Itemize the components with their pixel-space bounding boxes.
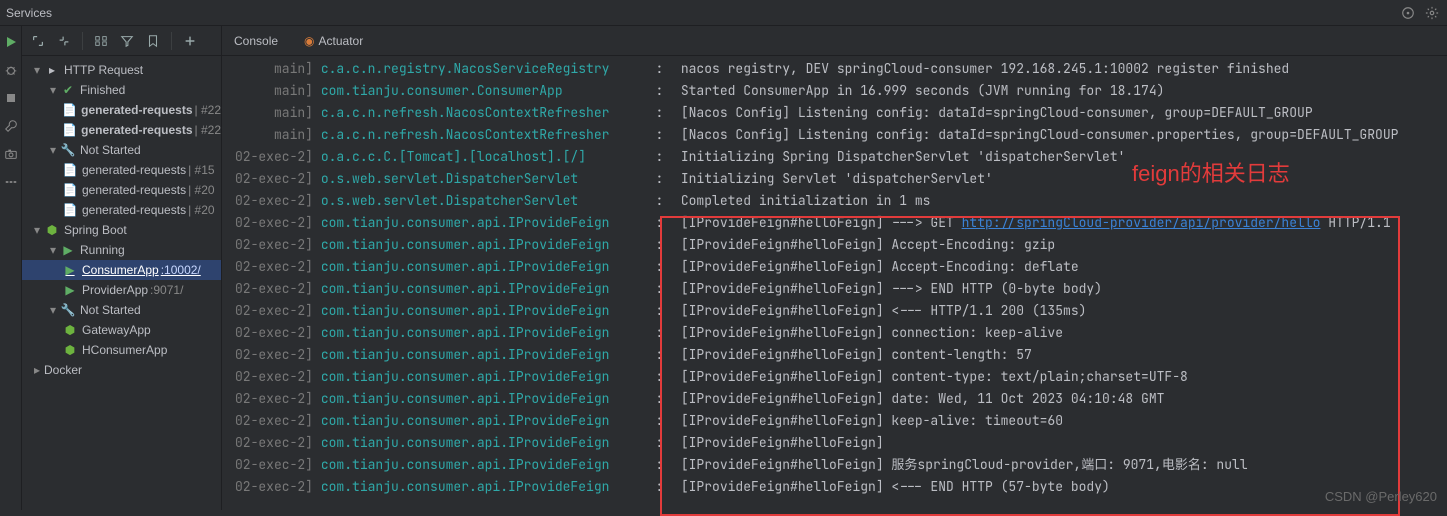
gear-icon[interactable] bbox=[1423, 4, 1441, 22]
add-icon[interactable] bbox=[180, 31, 200, 51]
log-line: 02-exec-2] com.tianju.consumer.api.IProv… bbox=[228, 234, 1447, 256]
actuator-icon: ◉ bbox=[304, 34, 314, 48]
tab-actuator[interactable]: ◉Actuator bbox=[300, 28, 367, 54]
stop-icon[interactable] bbox=[3, 90, 19, 106]
play-icon: ▶ bbox=[60, 242, 76, 258]
file-icon: 📄 bbox=[62, 102, 77, 118]
log-line: main] com.tianju.consumer.ConsumerApp: S… bbox=[228, 80, 1447, 102]
tree-not-started-2[interactable]: ▾🔧Not Started bbox=[22, 300, 221, 320]
tab-console[interactable]: Console bbox=[230, 28, 282, 54]
services-tree[interactable]: ▾▸HTTP Request ▾✔Finished 📄generated-req… bbox=[22, 56, 221, 510]
debug-icon[interactable] bbox=[3, 62, 19, 78]
tree-gen4[interactable]: 📄generated-requests | #20 bbox=[22, 180, 221, 200]
log-line: 02-exec-2] com.tianju.consumer.api.IProv… bbox=[228, 322, 1447, 344]
log-line: 02-exec-2] com.tianju.consumer.api.IProv… bbox=[228, 278, 1447, 300]
http-icon: ▸ bbox=[44, 62, 60, 78]
tree-not-started-1[interactable]: ▾🔧Not Started bbox=[22, 140, 221, 160]
file-icon: 📄 bbox=[62, 182, 78, 198]
log-line: 02-exec-2] com.tianju.consumer.api.IProv… bbox=[228, 300, 1447, 322]
log-line: 02-exec-2] com.tianju.consumer.api.IProv… bbox=[228, 366, 1447, 388]
expand-icon[interactable] bbox=[28, 31, 48, 51]
log-line: 02-exec-2] com.tianju.consumer.api.IProv… bbox=[228, 388, 1447, 410]
more-icon[interactable] bbox=[3, 174, 19, 190]
file-icon: 📄 bbox=[62, 122, 77, 138]
log-line: 02-exec-2] o.s.web.servlet.DispatcherSer… bbox=[228, 190, 1447, 212]
log-line: 02-exec-2] com.tianju.consumer.api.IProv… bbox=[228, 476, 1447, 498]
target-icon[interactable] bbox=[1399, 4, 1417, 22]
log-line: 02-exec-2] o.s.web.servlet.DispatcherSer… bbox=[228, 168, 1447, 190]
filter-icon[interactable] bbox=[117, 31, 137, 51]
log-line: main] c.a.c.n.refresh.NacosContextRefres… bbox=[228, 124, 1447, 146]
tree-spring-boot[interactable]: ▾⬢Spring Boot bbox=[22, 220, 221, 240]
window-title: Services bbox=[6, 6, 52, 20]
play-icon: ▶ bbox=[62, 282, 78, 298]
console-panel: Console ◉Actuator main] c.a.c.n.registry… bbox=[222, 26, 1447, 510]
log-line: 02-exec-2] com.tianju.consumer.api.IProv… bbox=[228, 212, 1447, 234]
tree-docker[interactable]: ▸Docker bbox=[22, 360, 221, 380]
log-line: 02-exec-2] com.tianju.consumer.api.IProv… bbox=[228, 432, 1447, 454]
spring-icon: ⬢ bbox=[62, 342, 78, 358]
spring-icon: ⬢ bbox=[62, 322, 78, 338]
tree-gen2[interactable]: 📄generated-requests | #22 bbox=[22, 120, 221, 140]
run-icon[interactable] bbox=[3, 34, 19, 50]
console-tabs: Console ◉Actuator bbox=[222, 26, 1447, 56]
log-line: 02-exec-2] o.a.c.c.C.[Tomcat].[localhost… bbox=[228, 146, 1447, 168]
titlebar: Services bbox=[0, 0, 1447, 26]
check-icon: ✔ bbox=[60, 82, 76, 98]
tree-gen3[interactable]: 📄generated-requests | #15 bbox=[22, 160, 221, 180]
collapse-icon[interactable] bbox=[54, 31, 74, 51]
tree-running[interactable]: ▾▶Running bbox=[22, 240, 221, 260]
wrench-icon[interactable] bbox=[3, 118, 19, 134]
services-tree-panel: ▾▸HTTP Request ▾✔Finished 📄generated-req… bbox=[22, 26, 222, 510]
log-line: 02-exec-2] com.tianju.consumer.api.IProv… bbox=[228, 410, 1447, 432]
log-line: 02-exec-2] com.tianju.consumer.api.IProv… bbox=[228, 256, 1447, 278]
tree-finished[interactable]: ▾✔Finished bbox=[22, 80, 221, 100]
log-line: main] c.a.c.n.registry.NacosServiceRegis… bbox=[228, 58, 1447, 80]
tree-providerapp[interactable]: ▶ProviderApp :9071/ bbox=[22, 280, 221, 300]
play-icon: ▶ bbox=[62, 262, 78, 278]
tree-gen1[interactable]: 📄generated-requests | #22 bbox=[22, 100, 221, 120]
spring-icon: ⬢ bbox=[44, 222, 60, 238]
group-icon[interactable] bbox=[91, 31, 111, 51]
wrench-icon: 🔧 bbox=[60, 142, 76, 158]
log-link[interactable]: http://springCloud-provider/api/provider… bbox=[962, 214, 1321, 231]
log-line: 02-exec-2] com.tianju.consumer.api.IProv… bbox=[228, 454, 1447, 476]
tree-consumerapp[interactable]: ▶ConsumerApp :10002/ bbox=[22, 260, 221, 280]
tree-hconsumerapp[interactable]: ⬢HConsumerApp bbox=[22, 340, 221, 360]
tree-gen5[interactable]: 📄generated-requests | #20 bbox=[22, 200, 221, 220]
camera-icon[interactable] bbox=[3, 146, 19, 162]
log-line: main] c.a.c.n.refresh.NacosContextRefres… bbox=[228, 102, 1447, 124]
bookmark-icon[interactable] bbox=[143, 31, 163, 51]
console-output[interactable]: main] c.a.c.n.registry.NacosServiceRegis… bbox=[222, 56, 1447, 510]
tree-gatewayapp[interactable]: ⬢GatewayApp bbox=[22, 320, 221, 340]
file-icon: 📄 bbox=[62, 202, 78, 218]
watermark: CSDN @Perley620 bbox=[1325, 489, 1437, 504]
left-gutter bbox=[0, 26, 22, 510]
wrench-icon: 🔧 bbox=[60, 302, 76, 318]
log-line: 02-exec-2] com.tianju.consumer.api.IProv… bbox=[228, 344, 1447, 366]
tree-http-request[interactable]: ▾▸HTTP Request bbox=[22, 60, 221, 80]
file-icon: 📄 bbox=[62, 162, 78, 178]
tree-toolbar bbox=[22, 26, 221, 56]
